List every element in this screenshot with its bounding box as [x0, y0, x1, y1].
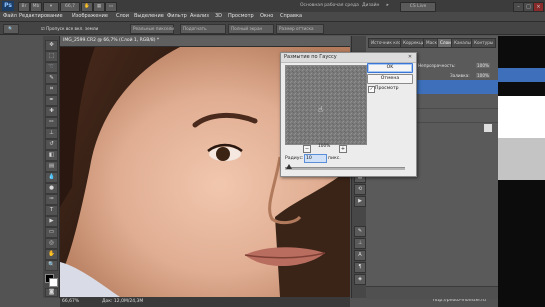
blur-preview[interactable]: ☝: [285, 65, 367, 145]
quick-mask-icon[interactable]: ◙: [45, 288, 58, 297]
design-workspace[interactable]: Дизайн: [362, 2, 379, 10]
menu-image[interactable]: Изображение: [72, 13, 108, 20]
dodge-tool-icon[interactable]: ●: [45, 183, 58, 194]
dialog-title: Размытие по Гауссу: [284, 54, 337, 60]
menu-bar: Файл Редактирование Изображение Слои Выд…: [0, 12, 545, 22]
layers-footer: [366, 286, 498, 299]
history-brush-tool-icon[interactable]: ↺: [45, 139, 58, 150]
preview-label: Просмотр: [375, 86, 399, 91]
ok-button[interactable]: OK: [367, 63, 413, 73]
panel-area-dark: [498, 36, 545, 307]
3d-rotate-tool-icon[interactable]: ◎: [45, 238, 58, 249]
zoom-out-button[interactable]: −: [303, 145, 311, 153]
zoom-tool-icon-2[interactable]: 🔍: [45, 260, 58, 271]
brush-tool-icon[interactable]: ✏: [45, 117, 58, 128]
guides-dropdown[interactable]: ▾: [43, 2, 59, 12]
bridge-button[interactable]: Br: [18, 2, 30, 12]
menu-3d[interactable]: 3D: [215, 13, 222, 20]
full-screen-button[interactable]: Полный экран: [228, 24, 274, 34]
history-icon[interactable]: ⟲: [354, 184, 366, 195]
preview-noise: ☝: [286, 66, 366, 144]
paragraph-icon[interactable]: ¶: [354, 262, 366, 273]
clone-stamp-tool-icon[interactable]: ⊥: [45, 128, 58, 139]
workspace-label[interactable]: Основная рабочая среда: [300, 2, 359, 10]
option-skip-all[interactable]: ☑ Пропуск все вкл. земли: [38, 24, 98, 34]
photoshop-logo: Ps: [2, 1, 14, 11]
radius-label: Радиус:: [285, 156, 304, 161]
layer-preview-strip-2: [498, 138, 545, 180]
selected-layer-highlight: [498, 68, 545, 82]
shape-tool-icon[interactable]: ▭: [45, 227, 58, 238]
radius-slider-track[interactable]: [285, 167, 405, 170]
menu-analysis[interactable]: Анализ: [190, 13, 209, 20]
actual-pixels-button[interactable]: Реальные пиксели: [130, 24, 174, 34]
zoom-in-button[interactable]: +: [339, 145, 347, 153]
hand-tool-button[interactable]: ✋: [81, 2, 93, 12]
move-tool-icon[interactable]: ✥: [45, 40, 58, 51]
gaussian-blur-dialog: Размытие по Гауссу ✕ ☝ − 100% + OK Отмен…: [280, 52, 417, 177]
lasso-tool-icon[interactable]: ➰: [45, 62, 58, 73]
marquee-tool-icon[interactable]: ⬚: [45, 51, 58, 62]
radius-input[interactable]: 10: [304, 154, 327, 163]
dialog-title-bar: Размытие по Гауссу ✕: [281, 53, 416, 63]
hand-tool-icon[interactable]: ✋: [45, 249, 58, 260]
options-bar: 🔍 ☑ Пропуск все вкл. земли Реальные пикс…: [0, 22, 545, 35]
tools-panel: ✥ ⬚ ➰ ✎ ⌗ ✒ ✚ ✏ ⊥ ↺ ◧ ▤ 💧 ● ✑ T ▶ ▭ ◎ ✋ …: [43, 36, 60, 298]
cancel-button[interactable]: Отмена: [367, 74, 413, 84]
document-title: IMG_2599.CR2 @ 66,7% (Слой 1, RGB/8) *: [63, 38, 160, 43]
zoom-dropdown[interactable]: 66,7: [60, 2, 80, 12]
menu-window[interactable]: Окно: [260, 13, 273, 20]
status-zoom[interactable]: 66,67%: [62, 299, 79, 304]
svg-text:☝: ☝: [318, 105, 323, 114]
fill-label: Заливка:: [450, 73, 470, 78]
layer-preview-strip: [498, 96, 545, 138]
status-doc-size: Док: 12,0М/24,3М: [102, 299, 144, 304]
arrange-docs-button[interactable]: ▦: [93, 2, 105, 12]
healing-tool-icon[interactable]: ✚: [45, 106, 58, 117]
screen-mode-button[interactable]: ▭: [105, 2, 117, 12]
character-icon[interactable]: A: [354, 250, 366, 261]
menu-view[interactable]: Просмотр: [228, 13, 254, 20]
type-tool-icon[interactable]: T: [45, 205, 58, 216]
preview-checkbox[interactable]: ✓: [368, 86, 375, 93]
3d-icon[interactable]: ◈: [354, 274, 366, 285]
eraser-tool-icon[interactable]: ◧: [45, 150, 58, 161]
layer-thumbnail: [484, 124, 492, 132]
blur-tool-icon[interactable]: 💧: [45, 172, 58, 183]
menu-filter[interactable]: Фильтр: [167, 13, 187, 20]
print-size-button[interactable]: Размер оттиска: [276, 24, 324, 34]
menu-layer[interactable]: Слои: [116, 13, 129, 20]
menu-help[interactable]: Справка: [280, 13, 302, 20]
quick-select-tool-icon[interactable]: ✎: [45, 73, 58, 84]
close-button[interactable]: ×: [533, 2, 544, 12]
more-workspaces[interactable]: »: [386, 2, 389, 10]
status-bar: 66,67% Док: 12,0М/24,3М: [60, 297, 350, 307]
cs-live-button[interactable]: CS Live: [400, 2, 436, 12]
pen-tool-icon[interactable]: ✑: [45, 194, 58, 205]
actions-icon[interactable]: ▶: [354, 196, 366, 207]
preview-zoom-level: 100%: [318, 144, 331, 149]
radius-slider-thumb[interactable]: [286, 164, 292, 169]
menu-select[interactable]: Выделение: [134, 13, 164, 20]
crop-tool-icon[interactable]: ⌗: [45, 84, 58, 95]
document-tab[interactable]: IMG_2599.CR2 @ 66,7% (Слой 1, RGB/8) *: [60, 36, 350, 47]
radius-unit: пикс.: [328, 156, 341, 161]
opacity-label: Непрозрачность:: [418, 63, 456, 68]
opacity-field[interactable]: 100%: [476, 63, 490, 68]
gradient-tool-icon[interactable]: ▤: [45, 161, 58, 172]
fit-screen-button[interactable]: Подогнать: [180, 24, 226, 34]
tab-paths[interactable]: Контуры: [471, 38, 497, 48]
dialog-close-icon[interactable]: ✕: [406, 54, 414, 61]
zoom-tool-icon[interactable]: 🔍: [3, 24, 19, 34]
clone-source-icon[interactable]: ⊥: [354, 238, 366, 249]
brushes-icon[interactable]: ✎: [354, 226, 366, 237]
fill-field[interactable]: 100%: [476, 73, 490, 78]
background-color-swatch[interactable]: [49, 278, 58, 287]
menu-file[interactable]: Файл: [3, 13, 17, 20]
eyedropper-tool-icon[interactable]: ✒: [45, 95, 58, 106]
menu-edit[interactable]: Редактирование: [19, 13, 63, 20]
minibridge-button[interactable]: Mb: [30, 2, 42, 12]
path-select-tool-icon[interactable]: ▶: [45, 216, 58, 227]
